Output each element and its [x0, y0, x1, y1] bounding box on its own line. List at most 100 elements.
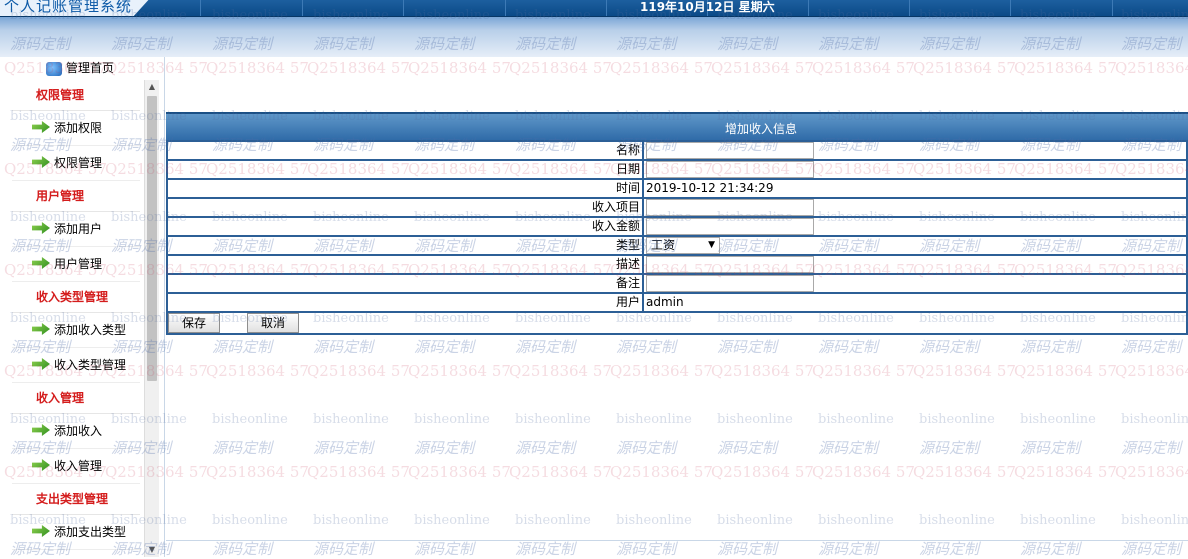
label-time: 时间 [166, 178, 644, 199]
watermark-text: bisheonline [717, 412, 793, 427]
name-input[interactable] [646, 142, 814, 159]
form-row-item: 收入项目 [166, 197, 1188, 218]
watermark-text: Q2518364 57 [1014, 463, 1117, 481]
watermark-text: bisheonline [1020, 412, 1096, 427]
form-row-user: 用户 admin [166, 292, 1188, 313]
note-input[interactable] [646, 275, 814, 292]
watermark-text: bisheonline [212, 513, 288, 528]
menu-group-expense-type[interactable]: 支出类型管理 [12, 484, 140, 515]
watermark-text: Q2518364 57 [206, 362, 309, 380]
menu-item-permission-manage[interactable]: 权限管理 [12, 146, 140, 181]
menu-item-income-type-manage[interactable]: 收入类型管理 [12, 348, 140, 383]
user-value: admin [646, 295, 684, 309]
watermark-text: Q2518364 57 [408, 463, 511, 481]
item-input[interactable] [646, 199, 814, 216]
label-note: 备注 [166, 273, 644, 294]
watermark-text: bisheonline [414, 513, 490, 528]
menu-group-user[interactable]: 用户管理 [12, 181, 140, 212]
watermark-text: Q2518364 57 [307, 362, 410, 380]
watermark-text: 源码定制 [1020, 439, 1081, 457]
menu-group-permission[interactable]: 权限管理 [12, 80, 140, 111]
watermark-text: bisheonline [1020, 513, 1096, 528]
watermark-text: 源码定制 [717, 439, 778, 457]
watermark-text: 源码定制 [414, 439, 475, 457]
watermark-text: 源码定制 [1121, 540, 1182, 558]
menu-item-add-permission[interactable]: 添加权限 [12, 111, 140, 146]
top-bar-divider [200, 0, 201, 16]
watermark-text: bisheonline [515, 412, 591, 427]
watermark-text: bisheonline [414, 412, 490, 427]
watermark-text: Q2518364 57 [408, 59, 511, 77]
watermark-text: 源码定制 [313, 439, 374, 457]
desc-input[interactable] [646, 256, 814, 273]
label-date: 日期 [166, 159, 644, 180]
home-link[interactable]: 管理首页 [46, 59, 114, 77]
type-select[interactable]: 工资 ▼ [646, 237, 720, 254]
watermark-text: Q2518364 57 [913, 362, 1016, 380]
watermark-text: bisheonline [212, 412, 288, 427]
label-name: 名称 [166, 140, 644, 161]
amount-input[interactable] [646, 218, 814, 235]
date-input[interactable] [646, 161, 814, 178]
top-bar-divider [808, 0, 809, 16]
watermark-text: Q2518364 57 [509, 362, 612, 380]
watermark-text: 源码定制 [616, 338, 677, 356]
label-type: 类型 [166, 235, 644, 256]
watermark-text: Q2518364 57 [610, 362, 713, 380]
form-row-type: 类型 工资 ▼ [166, 235, 1188, 256]
watermark-text: Q2518364 57 [1115, 59, 1188, 77]
watermark-text: 源码定制 [616, 540, 677, 558]
form-row-note: 备注 [166, 273, 1188, 294]
watermark-text: 源码定制 [414, 540, 475, 558]
income-form: 增加收入信息 名称 日期 时间 2019-10-12 21:34:29 收入项目… [166, 112, 1188, 335]
arrow-icon [32, 222, 50, 234]
watermark-text: 源码定制 [818, 338, 879, 356]
scroll-down-icon[interactable]: ▼ [145, 543, 159, 557]
type-selected: 工资 [651, 238, 676, 252]
menu-item-add-income[interactable]: 添加收入 [12, 414, 140, 449]
watermark-text: Q2518364 57 [711, 362, 814, 380]
watermark-text: Q2518364 57 [1014, 59, 1117, 77]
arrow-icon [32, 156, 50, 168]
watermark-text: Q2518364 57 [408, 362, 511, 380]
watermark-text: Q2518364 57 [812, 362, 915, 380]
menu-item-add-user[interactable]: 添加用户 [12, 212, 140, 247]
watermark-text: bisheonline [1121, 513, 1188, 528]
top-bar-divider [606, 0, 607, 16]
label-amount: 收入金额 [166, 216, 644, 237]
menu-item-user-manage[interactable]: 用户管理 [12, 247, 140, 282]
label-user: 用户 [166, 292, 644, 313]
arrow-icon [32, 323, 50, 335]
menu-group-income-type[interactable]: 收入类型管理 [12, 282, 140, 313]
save-button[interactable]: 保存 [168, 313, 221, 333]
watermark-text: bisheonline [313, 513, 389, 528]
menu-item-income-manage[interactable]: 收入管理 [12, 449, 140, 484]
watermark-text: bisheonline [919, 412, 995, 427]
menu-item-add-expense-type[interactable]: 添加支出类型 [12, 515, 140, 550]
top-bar-divider [909, 0, 910, 16]
menu-item-add-income-type[interactable]: 添加收入类型 [12, 313, 140, 348]
sidebar-scrollbar[interactable]: ▲ ▼ [144, 80, 159, 557]
form-row-name: 名称 [166, 140, 1188, 161]
top-bar [0, 0, 1188, 17]
current-date: 119年10月12日 星期六 [640, 0, 775, 14]
menu-group-income[interactable]: 收入管理 [12, 383, 140, 414]
watermark-text: Q2518364 57 [711, 463, 814, 481]
form-title: 增加收入信息 [166, 112, 1188, 140]
watermark-text: Q2518364 57 [812, 59, 915, 77]
watermark-text: 源码定制 [212, 439, 273, 457]
form-row-buttons: 保存 取消 [166, 311, 1188, 335]
watermark-text: 源码定制 [818, 540, 879, 558]
chevron-down-icon: ▼ [708, 240, 715, 250]
arrow-icon [32, 525, 50, 537]
home-label: 管理首页 [66, 61, 115, 75]
watermark-text: bisheonline [616, 513, 692, 528]
watermark-text: Q2518364 57 [206, 463, 309, 481]
scroll-up-icon[interactable]: ▲ [145, 80, 159, 94]
cancel-button[interactable]: 取消 [247, 313, 300, 333]
arrow-icon [32, 358, 50, 370]
scroll-thumb[interactable] [147, 96, 157, 381]
form-row-amount: 收入金额 [166, 216, 1188, 237]
watermark-text: Q2518364 57 [1014, 362, 1117, 380]
watermark-text: Q2518364 57 [711, 59, 814, 77]
